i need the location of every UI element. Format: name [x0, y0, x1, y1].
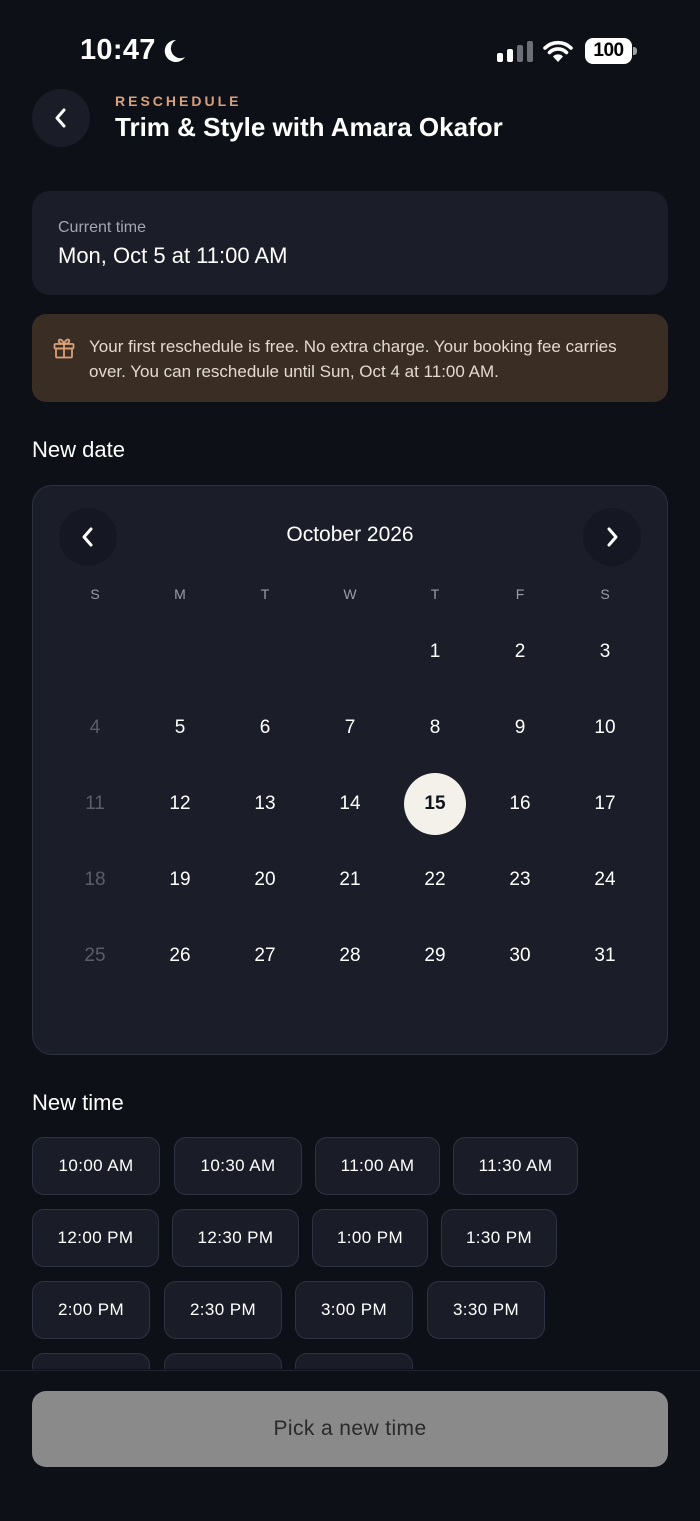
- chevron-right-icon: [607, 527, 618, 547]
- calendar-day: 4: [89, 717, 101, 738]
- calendar-day[interactable]: 16: [489, 773, 551, 835]
- calendar-day[interactable]: 22: [404, 849, 466, 911]
- calendar: October 2026 S M T W T F S 1 2 3 4 5 6 7 8 9 10 11 12 13 14 1…: [32, 485, 668, 1055]
- header-eyebrow: RESCHEDULE: [115, 93, 242, 109]
- current-time-value: Mon, Oct 5 at 11:00 AM: [58, 243, 288, 268]
- time-slot-grid: 10:00 AM 10:30 AM 11:00 AM 11:30 AM 12:00 PM…: [32, 1137, 672, 1369]
- calendar-day[interactable]: 5: [149, 697, 211, 759]
- new-time-heading: New time: [32, 1090, 124, 1115]
- chevron-left-icon: [55, 108, 66, 128]
- calendar-day[interactable]: 10: [574, 697, 636, 759]
- time-slot-button[interactable]: 11:00 AM: [315, 1137, 440, 1195]
- calendar-day[interactable]: 23: [489, 849, 551, 911]
- gift-icon: [53, 338, 75, 359]
- reschedule-screen: 10:47 100 RESCHEDULE Trim & Style with A…: [0, 0, 700, 1521]
- footer-bar: Pick a new time: [0, 1370, 700, 1521]
- current-time-card: Current time Mon, Oct 5 at 11:00 AM: [32, 191, 668, 295]
- calendar-day[interactable]: 24: [574, 849, 636, 911]
- calendar-day[interactable]: 2: [489, 621, 551, 683]
- time-slot-button[interactable]: [295, 1353, 413, 1369]
- status-bar: 10:47 100: [0, 0, 700, 100]
- weekday-label: S: [90, 586, 100, 602]
- time-slot-button[interactable]: 1:30 PM: [441, 1209, 557, 1267]
- calendar-day[interactable]: 19: [149, 849, 211, 911]
- status-time: 10:47: [80, 34, 156, 66]
- calendar-month-label: October 2026: [286, 523, 414, 546]
- calendar-day[interactable]: 12: [149, 773, 211, 835]
- time-slot-button[interactable]: 3:30 PM: [427, 1281, 545, 1339]
- time-slot-button[interactable]: 1:00 PM: [312, 1209, 428, 1267]
- calendar-day: 25: [84, 945, 106, 966]
- calendar-day[interactable]: 3: [574, 621, 636, 683]
- calendar-day[interactable]: 13: [234, 773, 296, 835]
- cellular-signal-icon: [497, 40, 533, 62]
- time-slot-button[interactable]: [32, 1353, 150, 1369]
- time-slot-button[interactable]: 12:30 PM: [172, 1209, 299, 1267]
- calendar-day[interactable]: 31: [574, 925, 636, 987]
- next-month-button[interactable]: [583, 508, 641, 566]
- new-date-heading: New date: [32, 437, 125, 462]
- calendar-day[interactable]: 20: [234, 849, 296, 911]
- calendar-day[interactable]: 14: [319, 773, 381, 835]
- time-slot-button[interactable]: 2:30 PM: [164, 1281, 282, 1339]
- back-button[interactable]: [32, 89, 90, 147]
- weekday-label: S: [600, 586, 610, 602]
- calendar-day: 11: [85, 793, 105, 814]
- time-slot-button[interactable]: 10:30 AM: [174, 1137, 302, 1195]
- moon-icon: [164, 39, 185, 62]
- calendar-day[interactable]: 17: [574, 773, 636, 835]
- calendar-day[interactable]: 1: [404, 621, 466, 683]
- calendar-day: 18: [84, 869, 106, 890]
- calendar-day[interactable]: 8: [404, 697, 466, 759]
- time-slot-button[interactable]: [164, 1353, 282, 1369]
- page-title: Trim & Style with Amara Okafor: [115, 112, 503, 142]
- weekday-label: M: [174, 586, 186, 602]
- wifi-icon: [543, 40, 573, 62]
- battery-level: 100: [593, 40, 624, 61]
- calendar-day[interactable]: 6: [234, 697, 296, 759]
- weekday-label: T: [430, 586, 440, 602]
- notice-text: Your first reschedule is free. No extra …: [89, 337, 617, 381]
- calendar-day[interactable]: 7: [319, 697, 381, 759]
- pick-new-time-button[interactable]: Pick a new time: [32, 1391, 668, 1467]
- time-slot-button[interactable]: 12:00 PM: [32, 1209, 159, 1267]
- weekday-label: W: [343, 586, 357, 602]
- time-slot-button[interactable]: 3:00 PM: [295, 1281, 413, 1339]
- calendar-day[interactable]: 28: [319, 925, 381, 987]
- calendar-day[interactable]: 21: [319, 849, 381, 911]
- battery-indicator: 100: [585, 38, 637, 64]
- time-slot-button[interactable]: 2:00 PM: [32, 1281, 150, 1339]
- reschedule-notice: Your first reschedule is free. No extra …: [32, 314, 668, 402]
- calendar-day[interactable]: 30: [489, 925, 551, 987]
- time-slot-button[interactable]: 10:00 AM: [32, 1137, 160, 1195]
- calendar-day[interactable]: 29: [404, 925, 466, 987]
- current-time-label: Current time: [58, 219, 147, 236]
- calendar-day[interactable]: 26: [149, 925, 211, 987]
- weekday-label: T: [260, 586, 270, 602]
- weekday-label: F: [515, 586, 525, 602]
- time-slot-button[interactable]: 11:30 AM: [453, 1137, 578, 1195]
- calendar-day[interactable]: 9: [489, 697, 551, 759]
- calendar-day[interactable]: 27: [234, 925, 296, 987]
- calendar-day-selected[interactable]: 15: [404, 773, 466, 835]
